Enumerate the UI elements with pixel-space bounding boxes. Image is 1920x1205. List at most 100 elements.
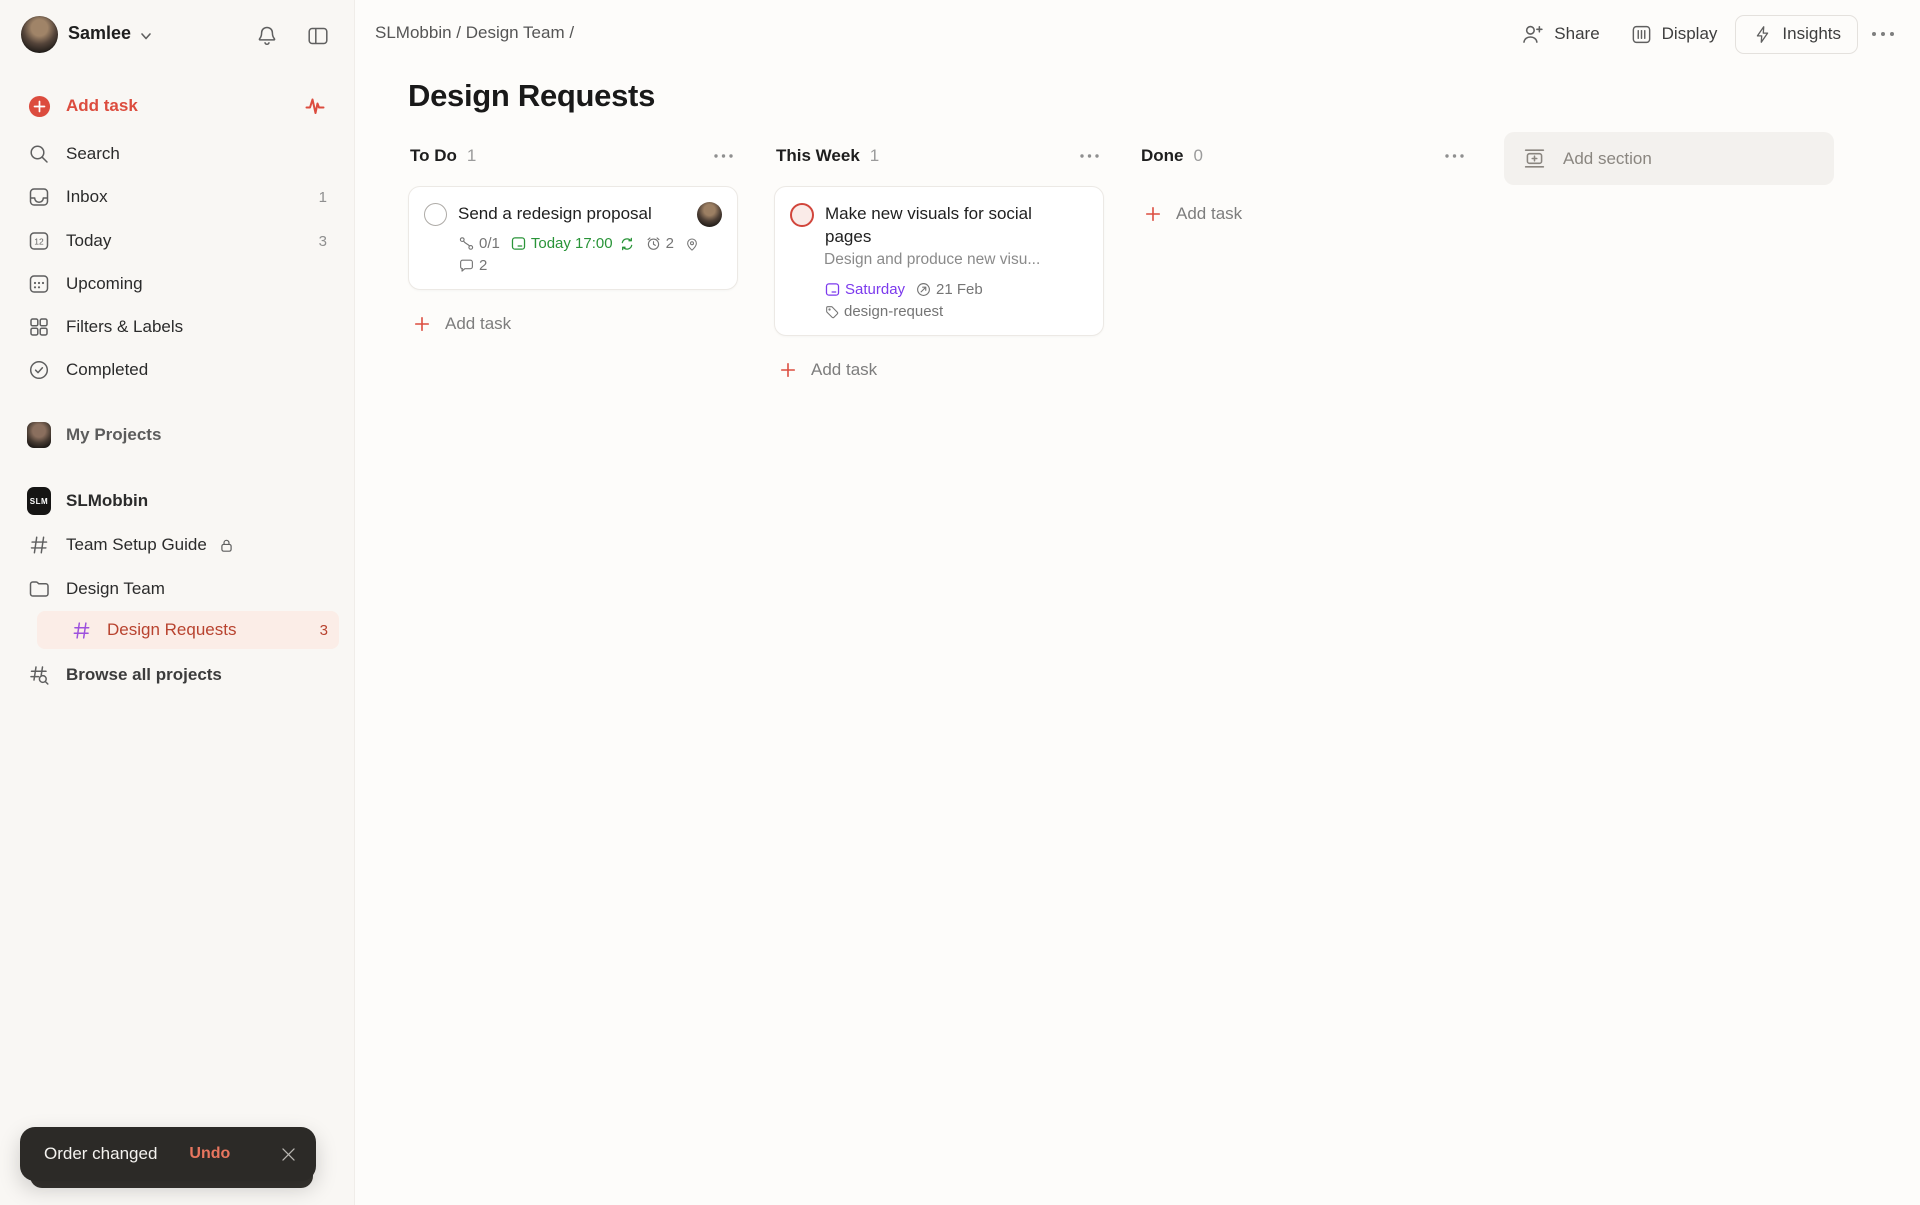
sidebar: Samlee Add task Search Inbox 1 12 Today …: [0, 0, 355, 1205]
selected-project-label: Design Requests: [107, 620, 237, 639]
insights-button[interactable]: Insights: [1735, 14, 1858, 54]
column-name: To Do: [410, 146, 457, 165]
column-count: 1: [466, 146, 477, 165]
header-actions: Share Display Insights: [1508, 13, 1902, 55]
toast-message: Order changed: [44, 1144, 158, 1163]
share-button[interactable]: Share: [1508, 14, 1611, 55]
add-section-button[interactable]: Add section: [1504, 132, 1834, 185]
display-button[interactable]: Display: [1618, 15, 1730, 54]
sidebar-item-label: Filters & Labels: [66, 317, 184, 336]
add-task-button-todo[interactable]: Add task: [408, 312, 738, 336]
sidebar-toggle-icon[interactable]: [306, 24, 330, 48]
filters-grid-icon: [27, 315, 51, 339]
app-root: Samlee Add task Search Inbox 1 12 Today …: [0, 0, 1920, 1205]
sidebar-item-filters-labels[interactable]: Filters & Labels: [16, 308, 338, 346]
column-name: This Week: [776, 146, 860, 165]
task-label: design-request: [824, 303, 943, 320]
page-title: Design Requests: [408, 78, 656, 113]
due-date: Saturday: [824, 281, 905, 298]
recurring-icon: [621, 237, 632, 250]
sidebar-item-label: Completed: [66, 360, 149, 379]
sidebar-item-team-setup-guide[interactable]: Team Setup Guide: [16, 526, 338, 564]
calendar-icon: [825, 283, 840, 296]
plus-icon: [414, 316, 430, 332]
chevron-down-icon[interactable]: [138, 28, 154, 44]
add-task-button[interactable]: Add task: [16, 87, 338, 125]
column-menu-icon[interactable]: [1077, 151, 1102, 161]
sidebar-item-label: Today: [66, 231, 112, 250]
add-task-button-this-week[interactable]: Add task: [774, 358, 1104, 382]
workspace-logo: SLM: [27, 487, 51, 515]
bolt-icon: [1752, 24, 1773, 45]
assignee-avatar: [697, 202, 722, 227]
sidebar-header: Samlee: [0, 14, 355, 58]
close-icon[interactable]: [279, 1145, 298, 1164]
alarm-clock-icon: [647, 237, 660, 250]
sidebar-item-search[interactable]: Search: [16, 135, 338, 173]
user-avatar[interactable]: [21, 16, 58, 53]
plus-circle-icon: [27, 94, 51, 118]
deadline-indicator: 21 Feb: [915, 281, 983, 298]
task-checkbox[interactable]: [424, 203, 447, 226]
plus-icon: [780, 362, 796, 378]
comment-icon: [460, 259, 473, 272]
undo-button[interactable]: Undo: [189, 1145, 230, 1163]
activity-pulse-icon[interactable]: [303, 94, 327, 118]
user-name[interactable]: Samlee: [68, 23, 131, 44]
sidebar-item-inbox[interactable]: Inbox 1: [16, 178, 338, 216]
completed-check-icon: [27, 358, 51, 382]
column-menu-icon[interactable]: [1442, 151, 1467, 161]
workspace-name: SLMobbin: [66, 491, 149, 510]
sidebar-item-completed[interactable]: Completed: [16, 351, 338, 389]
workspace-slmobbin[interactable]: SLM SLMobbin: [16, 482, 338, 520]
display-view-icon: [1630, 23, 1653, 46]
location-pin-icon: [687, 237, 697, 251]
toast-order-changed: Order changed Undo: [20, 1127, 316, 1181]
sidebar-item-label: Inbox: [66, 187, 108, 206]
sidebar-item-design-requests[interactable]: Design Requests 3: [37, 611, 339, 649]
column-name: Done: [1141, 146, 1184, 165]
hash-icon-purple: [70, 618, 92, 642]
header-overflow-menu[interactable]: [1864, 22, 1902, 46]
column-count: 1: [869, 146, 880, 165]
folder-label: Design Team: [66, 579, 165, 598]
my-projects-avatar: [27, 422, 51, 448]
lock-icon: [218, 537, 235, 554]
browse-all-projects[interactable]: Browse all projects: [16, 656, 338, 694]
sidebar-item-upcoming[interactable]: Upcoming: [16, 265, 338, 303]
sidebar-item-today[interactable]: 12 Today 3: [16, 222, 338, 260]
hash-icon: [27, 533, 51, 557]
location-indicator: [684, 236, 700, 252]
add-task-button-done[interactable]: Add task: [1139, 202, 1469, 226]
folder-design-team[interactable]: Design Team: [16, 570, 338, 608]
column-header: Done 0: [1139, 144, 1469, 168]
sidebar-item-label: Upcoming: [66, 274, 143, 293]
column-header: To Do 1: [408, 144, 738, 168]
column-menu-icon[interactable]: [711, 151, 736, 161]
insights-label: Insights: [1782, 24, 1841, 43]
task-card-visuals[interactable]: Make new visuals for social pages Design…: [774, 186, 1104, 336]
my-projects-header[interactable]: My Projects: [16, 416, 338, 454]
task-description: Design and produce new visu...: [824, 251, 1041, 268]
plus-icon: [1145, 206, 1161, 222]
calendar-icon: [511, 237, 526, 250]
add-task-label: Add task: [811, 360, 878, 379]
add-section-label: Add section: [1563, 148, 1652, 168]
share-person-plus-icon: [1520, 22, 1545, 47]
hash-search-icon: [27, 663, 51, 687]
board-column-todo: To Do 1 Send a redesign proposal 0/1 Tod…: [408, 144, 738, 336]
folder-icon: [27, 577, 51, 601]
task-card-redesign[interactable]: Send a redesign proposal 0/1 Today 17:00…: [408, 186, 738, 290]
task-checkbox-priority1[interactable]: [790, 203, 814, 227]
browse-all-projects-label: Browse all projects: [66, 665, 222, 684]
breadcrumb[interactable]: SLMobbin / Design Team /: [375, 23, 574, 43]
inbox-count: 1: [318, 188, 327, 206]
task-title: Make new visuals for social pages: [825, 204, 1032, 246]
add-task-label: Add task: [66, 96, 138, 115]
column-count: 0: [1193, 146, 1203, 165]
board-column-done: Done 0 Add task: [1139, 144, 1469, 226]
notifications-bell-icon[interactable]: [255, 24, 279, 48]
subtask-icon: [459, 237, 474, 250]
add-section-icon: [1522, 146, 1547, 171]
add-task-label: Add task: [1176, 204, 1243, 223]
